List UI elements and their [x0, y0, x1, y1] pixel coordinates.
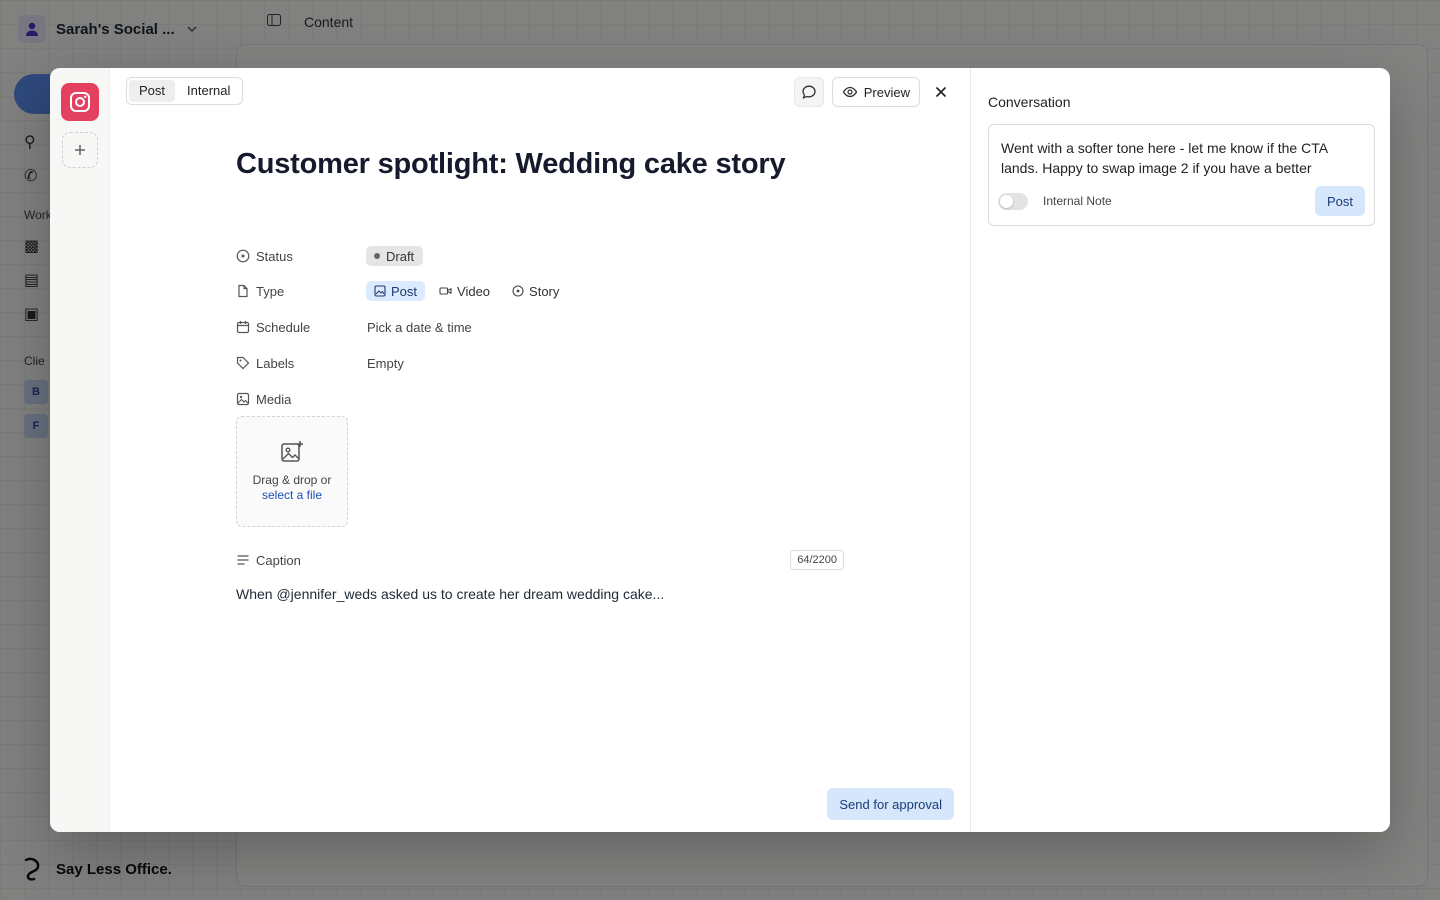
property-media: Media [236, 387, 366, 411]
media-dropzone[interactable]: Drag & drop or select a file [236, 416, 348, 527]
editor-tab-switch: Post Internal [126, 77, 244, 105]
close-icon [935, 86, 947, 98]
property-type: Type Post Video Story [236, 279, 573, 303]
tab-post[interactable]: Post [129, 80, 176, 102]
image-add-icon [281, 441, 303, 462]
post-comment-button[interactable]: Post [1314, 186, 1365, 216]
video-icon [439, 287, 452, 295]
plus-icon [75, 145, 85, 155]
property-schedule: Schedule Pick a date & time [236, 315, 472, 339]
media-label: Media [236, 392, 366, 407]
caption-label: Caption [236, 553, 366, 568]
status-badge[interactable]: Draft [366, 246, 424, 266]
status-label: Status [236, 249, 366, 264]
type-label: Type [236, 284, 366, 299]
close-button[interactable] [928, 79, 954, 105]
labels-label: Labels [236, 356, 366, 371]
comment-composer: Went with a softer tone here - let me kn… [988, 124, 1375, 226]
editor-toolbar: Preview [793, 77, 954, 107]
labels-picker[interactable]: Empty [366, 356, 404, 371]
conversation-title: Conversation [988, 94, 1071, 110]
status-dot [374, 253, 380, 259]
schedule-picker[interactable]: Pick a date & time [366, 320, 472, 335]
tag-icon [236, 356, 250, 370]
editor-main: Post Internal Preview Customer spotlight… [110, 68, 970, 832]
dropzone-text: Drag & drop or [252, 473, 332, 487]
type-option-video[interactable]: Video [431, 281, 498, 301]
preview-button[interactable]: Preview [831, 77, 920, 107]
internal-note-toggle[interactable] [998, 193, 1028, 210]
select-file-link[interactable]: select a file [262, 488, 322, 503]
chat-bubble-icon [802, 85, 816, 99]
add-channel-button[interactable] [62, 132, 98, 168]
internal-note-label: Internal Note [1043, 194, 1112, 208]
property-status: Status Draft [236, 244, 424, 268]
caption-character-counter: 64/2200 [790, 550, 844, 570]
preview-label: Preview [863, 84, 910, 100]
eye-icon [842, 86, 857, 98]
type-option-post[interactable]: Post [366, 281, 426, 301]
post-title[interactable]: Customer spotlight: Wedding cake story [236, 148, 786, 181]
property-labels: Labels Empty [236, 351, 404, 375]
send-for-approval-button[interactable]: Send for approval [827, 788, 954, 820]
instagram-icon[interactable] [61, 83, 99, 121]
calendar-icon [236, 321, 250, 334]
comments-button[interactable] [793, 77, 824, 107]
tab-internal[interactable]: Internal [177, 80, 240, 102]
text-lines-icon [237, 555, 249, 565]
comment-input[interactable]: Went with a softer tone here - let me kn… [1001, 138, 1363, 178]
caption-editor[interactable]: When @jennifer_weds asked us to create h… [236, 586, 664, 602]
image-icon [374, 285, 386, 297]
conversation-panel: Conversation Went with a softer tone her… [970, 68, 1390, 832]
post-editor-modal: Post Internal Preview Customer spotlight… [50, 68, 1390, 832]
caption-header: Caption 64/2200 [236, 550, 844, 570]
story-icon [512, 285, 524, 297]
file-icon [238, 284, 248, 298]
toggle-knob [1000, 195, 1013, 208]
type-option-story[interactable]: Story [504, 281, 567, 301]
channel-rail [50, 68, 110, 832]
status-icon [236, 249, 250, 263]
schedule-label: Schedule [236, 320, 366, 335]
image-icon [236, 392, 250, 406]
